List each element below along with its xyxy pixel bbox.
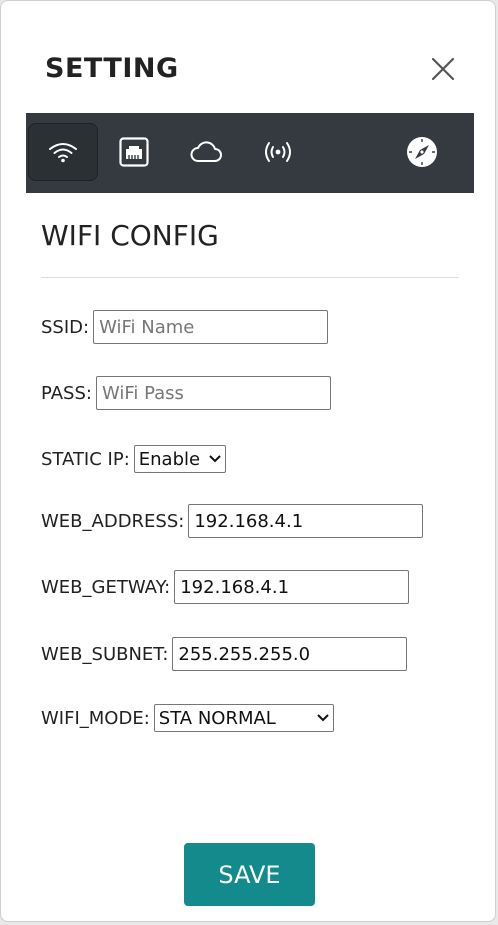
web-address-input[interactable] bbox=[188, 504, 424, 538]
cloud-icon bbox=[190, 141, 222, 162]
static-ip-label: STATIC IP: bbox=[41, 448, 130, 470]
chevron-down-icon bbox=[209, 455, 221, 463]
ssid-label: SSID: bbox=[41, 316, 90, 338]
wifi-mode-label: WIFI_MODE: bbox=[41, 707, 150, 729]
ethernet-icon bbox=[119, 137, 149, 167]
close-button[interactable] bbox=[429, 55, 457, 83]
web-address-row: WEB_ADDRESS: bbox=[41, 503, 424, 539]
dialog-header: SETTING bbox=[1, 1, 495, 113]
save-button[interactable]: SAVE bbox=[184, 843, 315, 906]
pass-label: PASS: bbox=[41, 382, 92, 404]
wifi-mode-selected: STA NORMAL bbox=[158, 707, 276, 729]
web-getway-input[interactable] bbox=[174, 570, 410, 604]
web-subnet-label: WEB_SUBNET: bbox=[41, 643, 169, 665]
static-ip-row: STATIC IP: Enable bbox=[41, 441, 226, 477]
wifi-mode-row: WIFI_MODE: STA NORMAL bbox=[41, 700, 334, 736]
static-ip-select[interactable]: Enable bbox=[133, 445, 226, 473]
close-icon bbox=[431, 57, 455, 81]
wifi-icon bbox=[49, 143, 77, 163]
ssid-input[interactable] bbox=[93, 310, 329, 344]
web-getway-label: WEB_GETWAY: bbox=[41, 576, 171, 598]
web-address-label: WEB_ADDRESS: bbox=[41, 510, 185, 532]
settings-tab-bar bbox=[26, 113, 474, 193]
pass-row: PASS: bbox=[41, 375, 331, 411]
tab-cloud[interactable] bbox=[171, 123, 241, 181]
chevron-down-icon bbox=[317, 714, 329, 722]
wifi-mode-select[interactable]: STA NORMAL bbox=[153, 704, 334, 732]
tab-wifi[interactable] bbox=[28, 123, 98, 181]
settings-dialog: SETTING WIFI CONFIG SSID: WiFi Name PASS… bbox=[0, 0, 496, 922]
static-ip-selected: Enable bbox=[138, 448, 201, 470]
tab-ethernet[interactable] bbox=[99, 123, 169, 181]
compass-icon bbox=[407, 137, 437, 167]
web-subnet-row: WEB_SUBNET: bbox=[41, 636, 408, 672]
ssid-row: SSID: bbox=[41, 309, 329, 345]
web-getway-row: WEB_GETWAY: bbox=[41, 569, 410, 605]
section-title: WIFI CONFIG bbox=[41, 219, 219, 252]
web-subnet-input[interactable] bbox=[172, 637, 408, 671]
broadcast-icon bbox=[265, 142, 291, 162]
pass-input[interactable] bbox=[95, 376, 331, 410]
tab-compass[interactable] bbox=[387, 123, 457, 181]
dialog-title: SETTING bbox=[45, 53, 179, 84]
tab-broadcast[interactable] bbox=[243, 123, 313, 181]
divider bbox=[41, 277, 459, 278]
